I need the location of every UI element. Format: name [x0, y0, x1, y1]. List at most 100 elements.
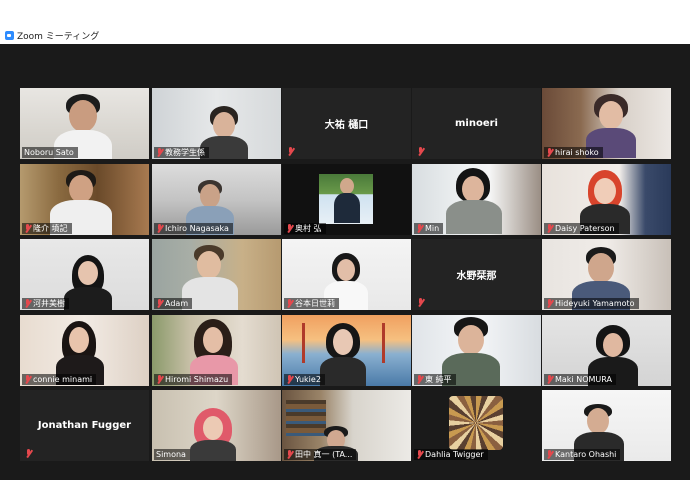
participant-name-tag: 田中 真一 (TA...	[284, 449, 357, 460]
participant-name: 隆介 墳記	[33, 224, 68, 233]
window-title: Zoom ミーティング	[17, 32, 100, 42]
microphone-muted-icon	[24, 375, 31, 384]
participant-name-tag: Simona	[154, 449, 190, 460]
microphone-muted-icon	[156, 224, 163, 233]
microphone-muted-icon	[416, 450, 423, 459]
participant-name-tag: 奥村 弘	[284, 223, 326, 234]
microphone-muted-icon	[286, 450, 293, 459]
participant-name: 谷本日世莉	[295, 299, 335, 308]
participant-tile[interactable]: 大祐 樋口	[282, 88, 411, 159]
participant-tile[interactable]: 水野栞那	[412, 239, 541, 310]
participant-name: Daisy Paterson	[555, 224, 615, 233]
bookshelf	[286, 400, 326, 436]
microphone-muted-icon	[286, 224, 293, 233]
microphone-muted-icon	[24, 224, 31, 233]
participant-name-tag: Adam	[154, 298, 193, 309]
participant-tile[interactable]: hirai shoko	[542, 88, 671, 159]
microphone-muted-icon	[546, 450, 553, 459]
participant-tile[interactable]: Noboru Sato	[20, 88, 149, 159]
microphone-muted-icon	[416, 224, 423, 233]
microphone-muted-icon	[416, 375, 423, 384]
participant-tile[interactable]: 隆介 墳記	[20, 164, 149, 235]
participant-tile[interactable]: Simona	[152, 390, 281, 461]
participant-tile[interactable]: Min	[412, 164, 541, 235]
participant-tile[interactable]: Adam	[152, 239, 281, 310]
microphone-muted-icon	[156, 375, 163, 384]
participant-name: Ichiro Nagasaka	[165, 224, 229, 233]
participant-name-tag: Maki NOMURA	[544, 374, 616, 385]
microphone-muted-icon	[546, 148, 553, 157]
participant-tile[interactable]: Daisy Paterson	[542, 164, 671, 235]
participant-name-tag: connie minami	[22, 374, 97, 385]
participant-name-tag: Dahlia Twigger	[414, 449, 488, 460]
participant-name: 教務学生係	[165, 148, 205, 157]
bridge-tower	[302, 323, 305, 363]
participant-name: Yukie2	[295, 375, 321, 384]
participant-tile[interactable]: connie minami	[20, 315, 149, 386]
participant-name: Dahlia Twigger	[425, 450, 484, 459]
microphone-muted-icon	[286, 375, 293, 384]
microphone-muted-icon	[546, 375, 553, 384]
participant-name: Hiromi Shimazu	[165, 375, 229, 384]
participant-name-tag: 教務学生係	[154, 147, 209, 158]
microphone-muted-icon	[546, 224, 553, 233]
participant-name: Kantaro Ohashi	[555, 450, 617, 459]
participant-tile[interactable]: Kantaro Ohashi	[542, 390, 671, 461]
participant-tile[interactable]: 教務学生係	[152, 88, 281, 159]
participant-name: 奥村 弘	[295, 224, 322, 233]
participant-name-tag: Min	[414, 223, 444, 234]
participant-tile[interactable]: Yukie2	[282, 315, 411, 386]
participant-name-tag: Yukie2	[284, 374, 325, 385]
microphone-muted-icon	[156, 299, 163, 308]
participant-tile[interactable]: Ichiro Nagasaka	[152, 164, 281, 235]
participant-tile[interactable]: Hideyuki Yamamoto	[542, 239, 671, 310]
participant-name-tag: Hideyuki Yamamoto	[544, 298, 639, 309]
participant-tile[interactable]: Dahlia Twigger	[412, 390, 541, 461]
participant-name: Simona	[156, 450, 186, 459]
participant-name: 大祐 樋口	[324, 120, 369, 131]
participant-name: Adam	[165, 299, 189, 308]
participant-name: hirai shoko	[555, 148, 599, 157]
microphone-muted-icon	[287, 147, 294, 156]
microphone-muted-icon	[417, 147, 424, 156]
participant-tile[interactable]: 東 純平	[412, 315, 541, 386]
microphone-muted-icon	[417, 298, 424, 307]
participant-name-tag: Hiromi Shimazu	[154, 374, 233, 385]
microphone-muted-icon	[24, 299, 31, 308]
participant-name: Min	[425, 224, 440, 233]
bridge-tower	[382, 323, 385, 363]
participant-tile[interactable]: Jonathan Fugger	[20, 390, 149, 461]
microphone-muted-icon	[286, 299, 293, 308]
participant-name-tag: Ichiro Nagasaka	[154, 223, 233, 234]
participant-name: Noboru Sato	[24, 148, 74, 157]
participant-name: connie minami	[33, 375, 93, 384]
participant-name: 河井美樹	[33, 299, 65, 308]
participant-name-tag: 谷本日世莉	[284, 298, 339, 309]
participant-name-tag: Noboru Sato	[22, 147, 78, 158]
title-bar: Zoom ミーティング	[0, 0, 690, 44]
participant-name-tag: Daisy Paterson	[544, 223, 619, 234]
profile-image	[449, 396, 503, 450]
microphone-muted-icon	[156, 148, 163, 157]
participant-name: Maki NOMURA	[555, 375, 612, 384]
participant-name-tag: 隆介 墳記	[22, 223, 72, 234]
participant-name-tag: Kantaro Ohashi	[544, 449, 621, 460]
zoom-app-icon	[5, 31, 14, 40]
microphone-muted-icon	[25, 449, 32, 458]
participant-tile[interactable]: 谷本日世莉	[282, 239, 411, 310]
participant-name: minoeri	[455, 118, 498, 129]
participant-name: 水野栞那	[456, 271, 497, 282]
participant-tile[interactable]: minoeri	[412, 88, 541, 159]
participant-name: Hideyuki Yamamoto	[555, 299, 635, 308]
participant-tile[interactable]: 田中 真一 (TA...	[282, 390, 411, 461]
participant-name-tag: 東 純平	[414, 374, 456, 385]
participant-tile[interactable]: Maki NOMURA	[542, 315, 671, 386]
participant-tile[interactable]: Hiromi Shimazu	[152, 315, 281, 386]
participant-name-tag: 河井美樹	[22, 298, 69, 309]
participant-name-tag: hirai shoko	[544, 147, 603, 158]
participant-tile[interactable]: 奥村 弘	[282, 164, 411, 235]
participant-name: 田中 真一 (TA...	[295, 450, 353, 459]
participant-tile[interactable]: 河井美樹	[20, 239, 149, 310]
microphone-muted-icon	[546, 299, 553, 308]
gallery-view: Noboru Sato 教務学生係 大祐 樋口 minoeri hirai sh…	[0, 44, 690, 480]
